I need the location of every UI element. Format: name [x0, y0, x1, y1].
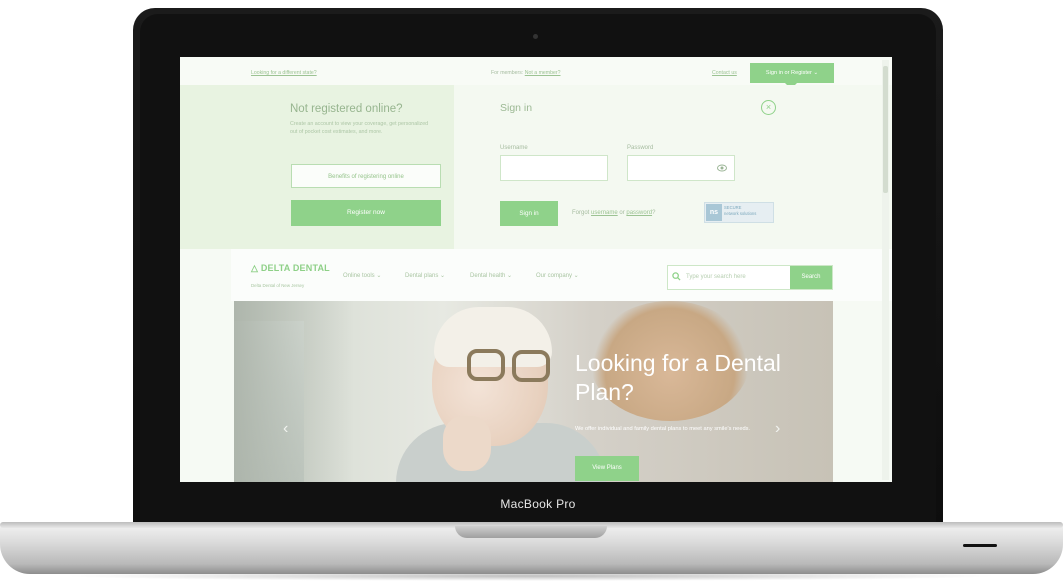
nav-dental-health[interactable]: Dental health ⌄: [470, 272, 512, 279]
view-plans-button[interactable]: View Plans: [575, 456, 639, 481]
nav-our-company[interactable]: Our company ⌄: [536, 272, 579, 279]
secure-badge[interactable]: ns SECURE network solutions: [704, 202, 774, 223]
carousel-prev-icon[interactable]: ‹: [283, 420, 288, 438]
forgot-username-link[interactable]: username: [591, 210, 618, 216]
benefits-button[interactable]: Benefits of registering online: [291, 164, 441, 188]
signin-register-label: Sign in or Register: [765, 70, 812, 76]
register-now-button[interactable]: Register now: [291, 200, 441, 226]
secure-badge-text-1: SECURE: [724, 205, 742, 210]
search-button[interactable]: Search: [790, 266, 832, 289]
nav-dental-plans[interactable]: Dental plans ⌄: [405, 272, 445, 279]
logo-subtitle: Delta Dental of New Jersey: [251, 283, 305, 288]
hero-glasses-left: [467, 349, 505, 381]
register-description: Create an account to view your coverage,…: [290, 121, 429, 135]
signin-button[interactable]: Sign in: [500, 201, 558, 226]
nav-online-tools[interactable]: Online tools ⌄: [343, 272, 381, 279]
search-icon: [672, 272, 681, 281]
close-icon[interactable]: ×: [761, 100, 776, 115]
forgot-password-link[interactable]: password: [626, 210, 652, 216]
forgot-prefix: Forgot: [572, 210, 592, 216]
carousel-next-icon[interactable]: ›: [775, 420, 780, 438]
members-text: For members: Not a member?: [491, 70, 561, 76]
laptop-notch: [455, 526, 607, 538]
hero-glasses-right: [512, 350, 550, 382]
camera-icon: [533, 34, 538, 39]
eye-icon[interactable]: [717, 163, 727, 173]
search-placeholder: Type your search here: [686, 274, 746, 280]
members-prefix: For members:: [491, 70, 525, 76]
hero-subtitle: We offer individual and family dental pl…: [575, 426, 751, 432]
laptop-slot: [963, 544, 997, 547]
hero-person-hand-image: [443, 416, 491, 471]
signin-register-button[interactable]: Sign in or Register ⌄: [750, 63, 834, 83]
site-logo[interactable]: △ DELTA DENTAL: [251, 263, 330, 274]
signin-title: Sign in: [500, 102, 533, 114]
secure-badge-text-2: network solutions: [724, 210, 757, 216]
not-member-link[interactable]: Not a member?: [525, 70, 561, 76]
scrollbar-thumb[interactable]: [883, 66, 888, 193]
hero-shadow: [234, 301, 354, 482]
laptop-brand-label: MacBook Pro: [500, 497, 576, 511]
delta-triangle-icon: △: [251, 263, 261, 273]
secure-badge-text: SECURE network solutions: [724, 205, 756, 216]
forgot-credentials: Forgot username or password?: [572, 210, 655, 216]
different-state-link[interactable]: Looking for a different state?: [251, 70, 317, 76]
username-label: Username: [500, 145, 528, 151]
secure-logo-icon: ns: [706, 204, 722, 221]
username-field[interactable]: [500, 155, 608, 181]
contact-us-link[interactable]: Contact us: [712, 70, 737, 76]
forgot-suffix: ?: [652, 210, 656, 216]
hero-title: Looking for a Dental Plan?: [575, 350, 781, 405]
screen: Looking for a different state? For membe…: [180, 57, 892, 482]
logo-text: DELTA DENTAL: [260, 263, 330, 273]
register-title: Not registered online?: [290, 103, 403, 115]
password-label: Password: [627, 145, 654, 151]
chevron-down-icon: ⌄: [813, 70, 819, 76]
